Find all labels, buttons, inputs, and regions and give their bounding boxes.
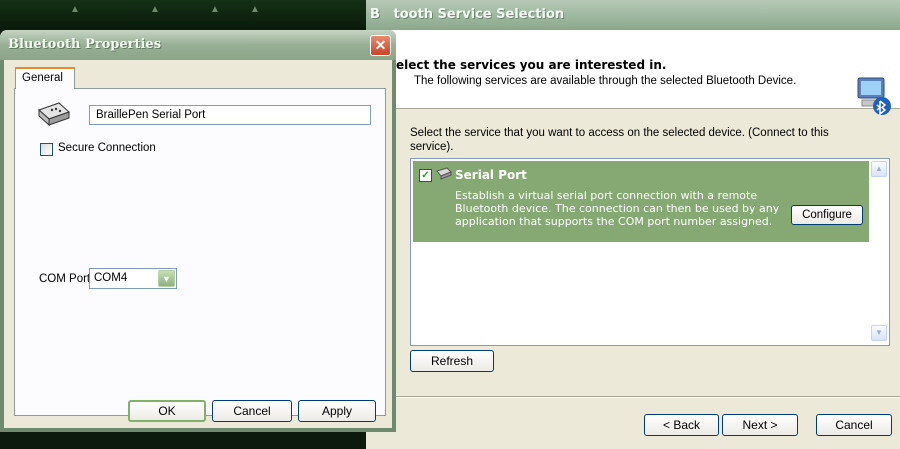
list-item[interactable]: ✓ Serial Port Establish a virtual serial… [413,161,869,242]
window-title: B tooth Service Selection [366,0,900,30]
com-port-select[interactable]: COM4 ▼ [89,268,177,289]
desktop-shape: ▲ [70,4,80,15]
desktop-shape: ▲ [250,4,260,15]
scroll-down-icon[interactable]: ▼ [871,325,887,341]
secure-connection-label: Secure Connection [58,142,156,154]
back-button[interactable]: < Back [644,414,719,436]
ok-button[interactable]: OK [128,400,206,422]
cancel-button[interactable]: Cancel [816,414,892,436]
instructions-text: Select the service that you want to acce… [410,127,829,153]
desktop-shape: ▲ [210,4,220,15]
secure-connection-checkbox[interactable] [40,143,53,156]
dialog-title: Bluetooth Properties [8,37,162,52]
com-port-label: COM Port: [39,273,94,285]
refresh-button[interactable]: Refresh [410,350,494,372]
port-name-field[interactable]: BraillePen Serial Port [89,105,371,125]
desktop-background [0,432,366,449]
scrollbar[interactable]: ▲ ▼ [871,161,887,341]
service-name: Serial Port [455,168,527,182]
page-heading: elect the services you are interested in… [396,58,667,72]
dialog-body: General BraillePen Serial Port Secure Co… [4,60,392,428]
service-selection-window: B tooth Service Selection elect the serv… [366,0,900,449]
divider [366,396,900,398]
service-list[interactable]: ✓ Serial Port Establish a virtual serial… [410,158,890,346]
scroll-up-icon[interactable]: ▲ [871,161,887,177]
close-icon[interactable]: ✕ [370,35,391,56]
desktop-shape: ▲ [150,4,160,15]
serial-port-icon [38,102,70,127]
dialog-titlebar[interactable]: Bluetooth Properties ✕ [0,30,396,60]
serial-port-icon [436,167,452,180]
page-subheading: The following services are available thr… [414,75,797,87]
desktop-background: ▲ ▲ ▲ ▲ [0,0,370,30]
wizard-header: elect the services you are interested in… [366,30,900,116]
bluetooth-computer-icon [857,77,891,116]
com-port-value: COM4 [94,272,128,284]
service-description: Establish a virtual serial port connecti… [455,189,780,228]
cancel-button[interactable]: Cancel [212,400,292,422]
chevron-down-icon[interactable]: ▼ [158,270,175,287]
general-tab-panel: BraillePen Serial Port Secure Connection… [14,88,386,416]
apply-button[interactable]: Apply [298,400,376,422]
next-button[interactable]: Next > [722,414,798,436]
tab-general[interactable]: General [15,67,75,89]
bluetooth-properties-dialog: Bluetooth Properties ✕ General BraillePe… [0,30,396,432]
service-checkbox[interactable]: ✓ [419,169,432,182]
configure-button[interactable]: Configure [791,205,863,225]
